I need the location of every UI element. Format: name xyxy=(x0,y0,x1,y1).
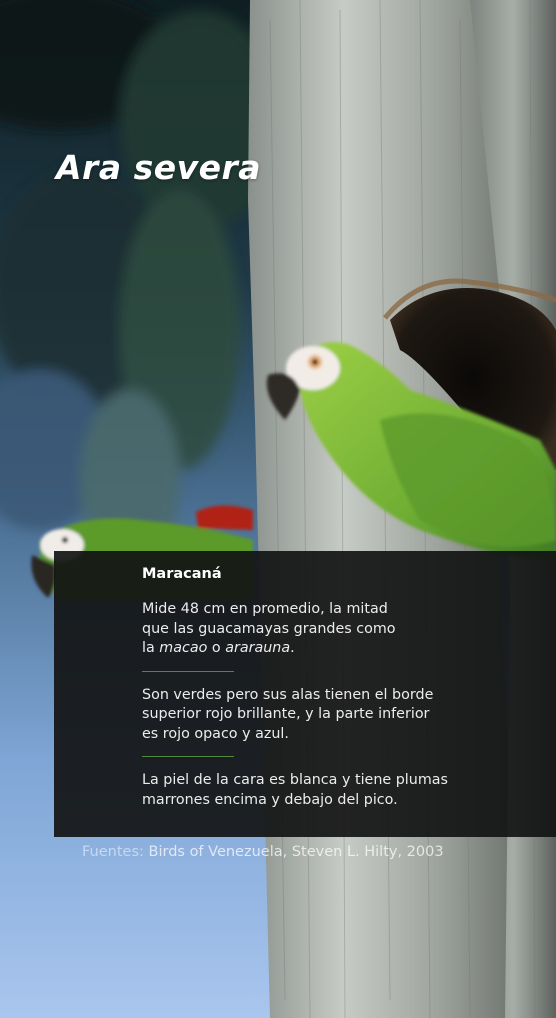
sources-label: Fuentes: xyxy=(82,844,144,860)
panel-heading: Maracaná xyxy=(142,566,222,582)
sources-text: Birds of Venezuela, Steven L. Hilty, 200… xyxy=(148,844,444,860)
sources-credit: Fuentes: Birds of Venezuela, Steven L. H… xyxy=(82,844,444,860)
info-panel: Maracaná Mide 48 cm en promedio, la mita… xyxy=(54,551,556,837)
section-divider xyxy=(142,756,234,757)
species-title: Ara severa xyxy=(56,148,262,187)
paragraph-face: La piel de la cara es blanca y tiene plu… xyxy=(142,772,448,808)
paragraph-colors: Son verdes pero sus alas tienen el borde… xyxy=(142,686,434,742)
section-divider xyxy=(142,670,234,672)
paragraph-size: Mide 48 cm en promedio, la mitad que las… xyxy=(142,601,396,656)
